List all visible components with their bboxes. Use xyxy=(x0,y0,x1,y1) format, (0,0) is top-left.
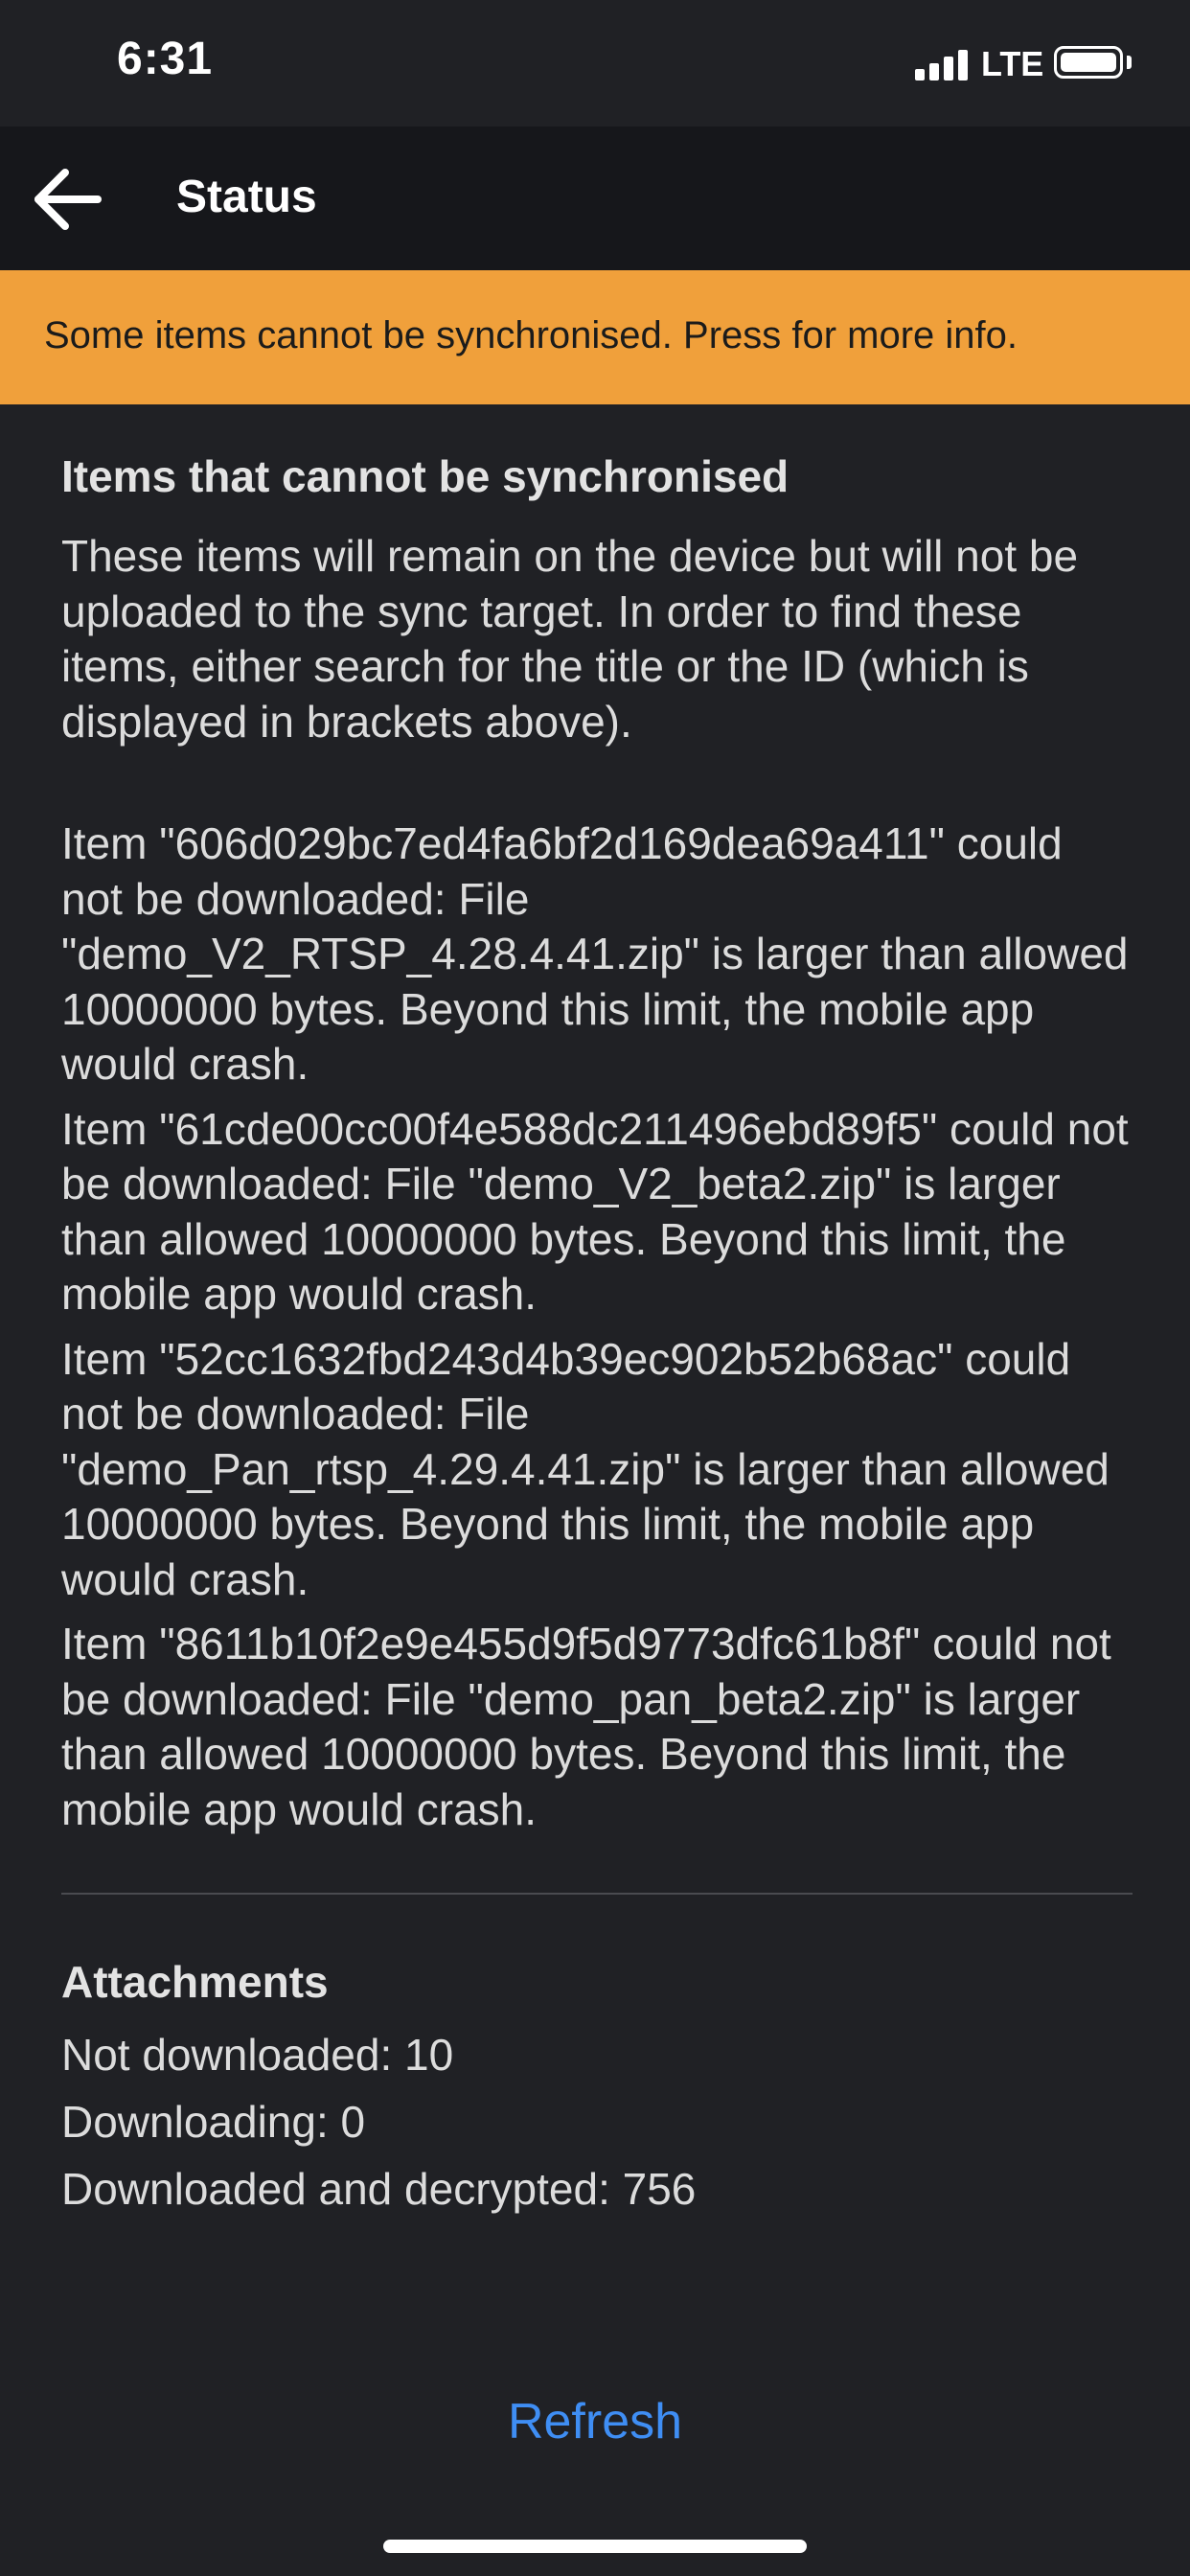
section-divider xyxy=(61,1893,1133,1895)
page-title: Status xyxy=(176,172,317,222)
status-content[interactable]: Items that cannot be synchronised These … xyxy=(61,450,1133,2324)
arrow-left-icon xyxy=(34,169,102,230)
home-indicator[interactable] xyxy=(383,2540,807,2553)
attachments-downloading: Downloading: 0 xyxy=(61,2097,366,2147)
sync-issue-item: Item "8611b10f2e9e455d9f5d9773dfc61b8f" … xyxy=(61,1619,1111,1834)
sync-warning-banner[interactable]: Some items cannot be synchronised. Press… xyxy=(0,270,1190,404)
refresh-button[interactable]: Refresh xyxy=(0,2393,1190,2450)
battery-icon xyxy=(1054,46,1123,79)
battery-fill xyxy=(1061,53,1116,72)
sync-issue-item: Item "606d029bc7ed4fa6bf2d169dea69a411" … xyxy=(61,818,1129,1089)
network-label: LTE xyxy=(981,44,1044,83)
sync-issue-item: Item "52cc1632fbd243d4b39ec902b52b68ac" … xyxy=(61,1333,1110,1604)
attachments-downloaded: Downloaded and decrypted: 756 xyxy=(61,2164,697,2214)
status-bar: 6:31 LTE xyxy=(0,0,1190,126)
status-time: 6:31 xyxy=(117,34,214,84)
sync-issues-description: These items will remain on the device bu… xyxy=(61,531,1079,747)
battery-cap xyxy=(1127,56,1132,69)
attachments-not-downloaded: Not downloaded: 10 xyxy=(61,2030,454,2080)
sync-issues-heading: Items that cannot be synchronised xyxy=(61,451,790,501)
attachments-heading: Attachments xyxy=(61,1957,329,2007)
bottom-bar: Refresh xyxy=(0,2324,1190,2576)
sync-warning-text: Some items cannot be synchronised. Press… xyxy=(44,314,1018,356)
app-header: Status xyxy=(0,126,1190,270)
back-button[interactable] xyxy=(31,165,107,234)
sync-issues-list: Item "606d029bc7ed4fa6bf2d169dea69a411" … xyxy=(61,816,1133,1837)
sync-issue-item: Item "61cde00cc00f4e588dc211496ebd89f5" … xyxy=(61,1103,1129,1320)
signal-icon xyxy=(915,50,969,80)
